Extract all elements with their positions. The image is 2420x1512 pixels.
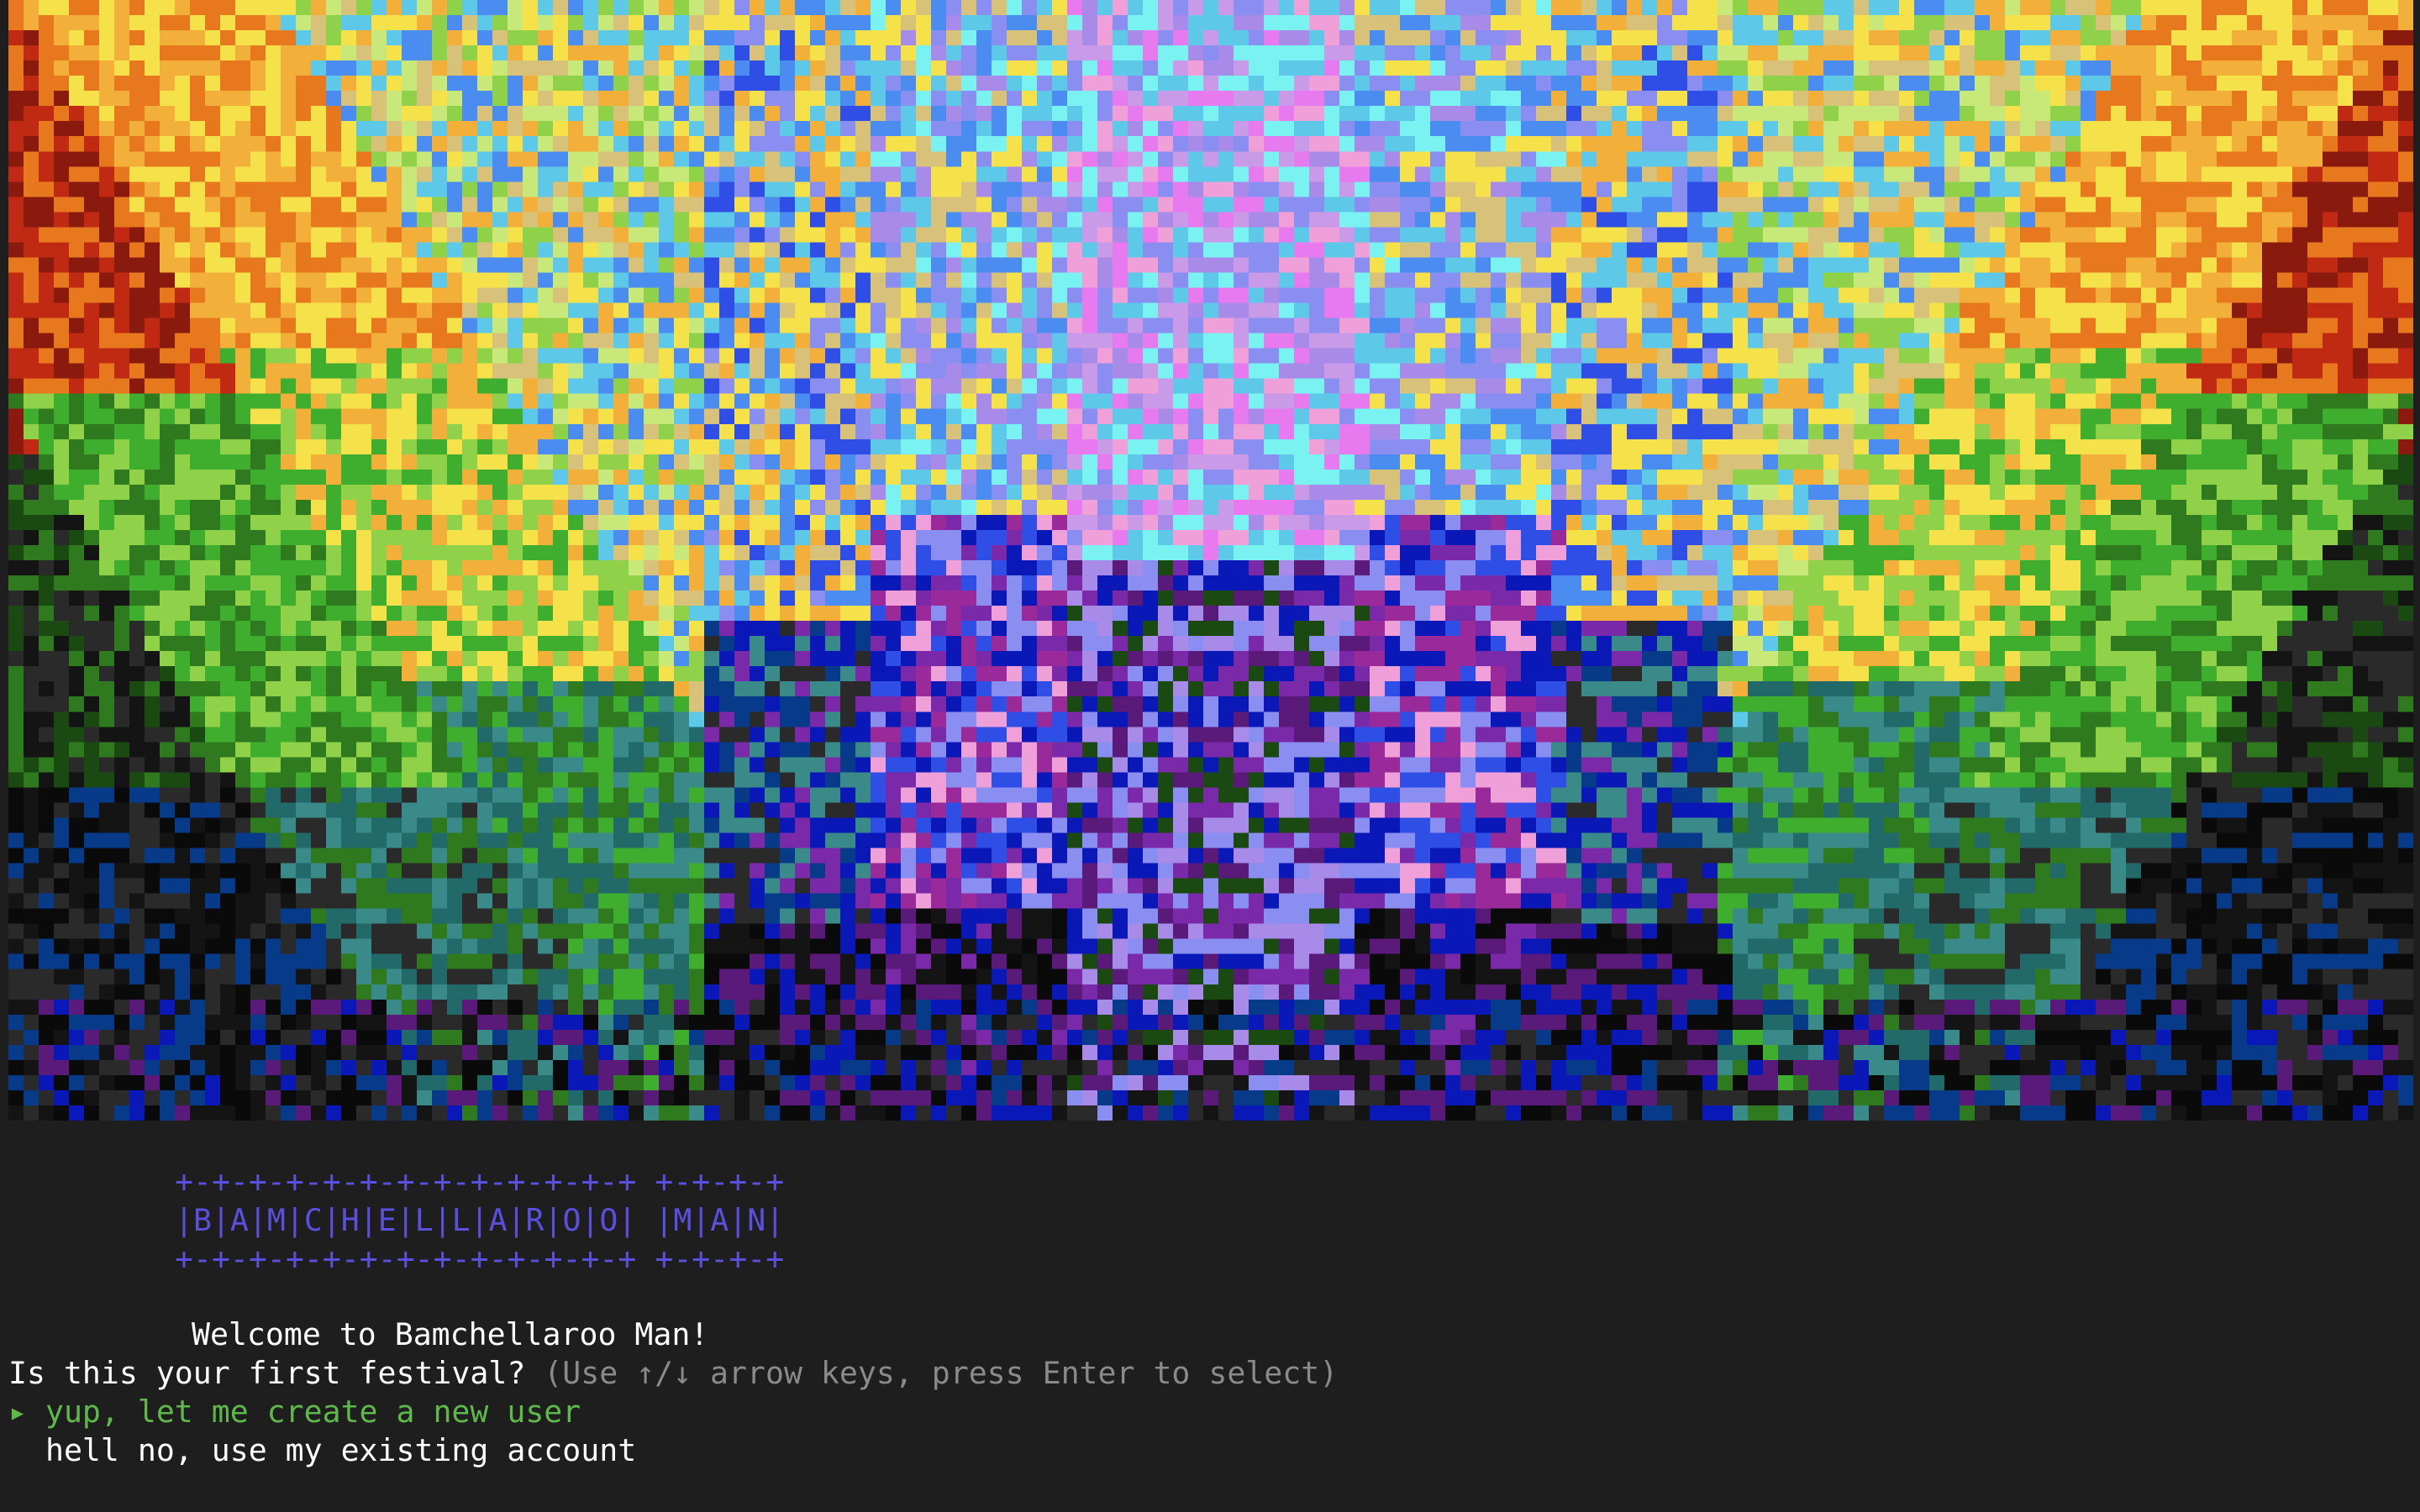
selection-caret-icon: ▸ — [8, 1394, 27, 1430]
option-existing-account-label: hell no, use my existing account — [45, 1432, 637, 1468]
option-new-user-label: yup, let me create a new user — [45, 1394, 581, 1430]
terminal-window: +-+-+-+-+-+-+-+-+-+-+-+-+ +-+-+-+ |B|A|M… — [0, 0, 2420, 1512]
banner-top-border: +-+-+-+-+-+-+-+-+-+-+-+-+ +-+-+-+ — [175, 1163, 785, 1200]
banner-bottom-border: +-+-+-+-+-+-+-+-+-+-+-+-+ +-+-+-+ — [175, 1241, 785, 1277]
welcome-message: Welcome to Bamchellaroo Man! — [192, 1316, 709, 1352]
prompt-question: Is this your first festival? — [8, 1355, 526, 1391]
prompt-line: Is this your first festival? (Use ↑/↓ ar… — [8, 1354, 1338, 1393]
banner-title: |B|A|M|C|H|E|L|L|A|R|O|O| |M|A|N| — [175, 1202, 785, 1238]
option-existing-marker — [8, 1432, 27, 1468]
prompt-hint: (Use ↑/↓ arrow keys, press Enter to sele… — [544, 1355, 1339, 1391]
ansi-art-image — [8, 0, 2413, 1121]
option-new-user[interactable]: ▸ yup, let me create a new user — [8, 1393, 581, 1431]
option-existing-account[interactable]: hell no, use my existing account — [8, 1431, 636, 1470]
